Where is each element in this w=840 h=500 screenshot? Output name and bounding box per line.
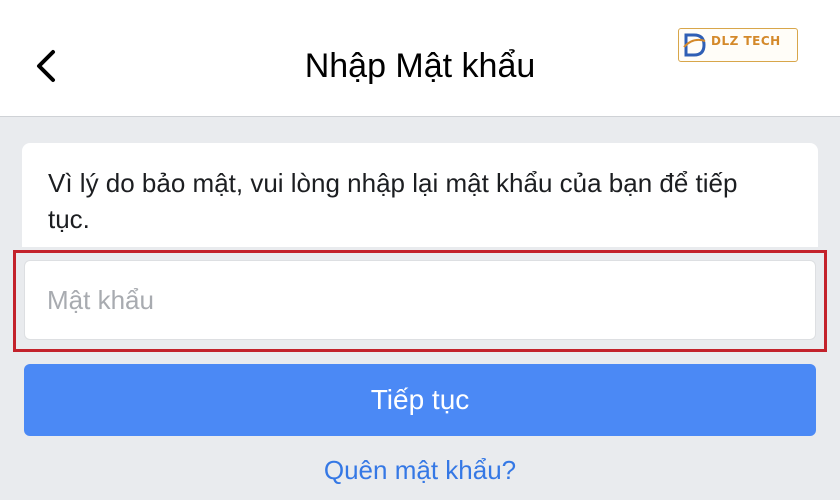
info-card: Vì lý do bảo mật, vui lòng nhập lại mật … [22, 143, 818, 247]
highlight-annotation [13, 250, 827, 352]
security-message: Vì lý do bảo mật, vui lòng nhập lại mật … [48, 168, 738, 234]
logo-text: DLZ TECH [711, 34, 781, 48]
logo-mark-icon [683, 33, 706, 57]
top-bar: Nhập Mật khẩu DLZ TECH [0, 0, 840, 117]
forgot-password-link[interactable]: Quên mật khẩu? [0, 455, 840, 486]
logo-badge: DLZ TECH [678, 28, 798, 62]
continue-button[interactable]: Tiếp tục [24, 364, 816, 436]
dlz-tech-logo: DLZ TECH [678, 26, 800, 64]
